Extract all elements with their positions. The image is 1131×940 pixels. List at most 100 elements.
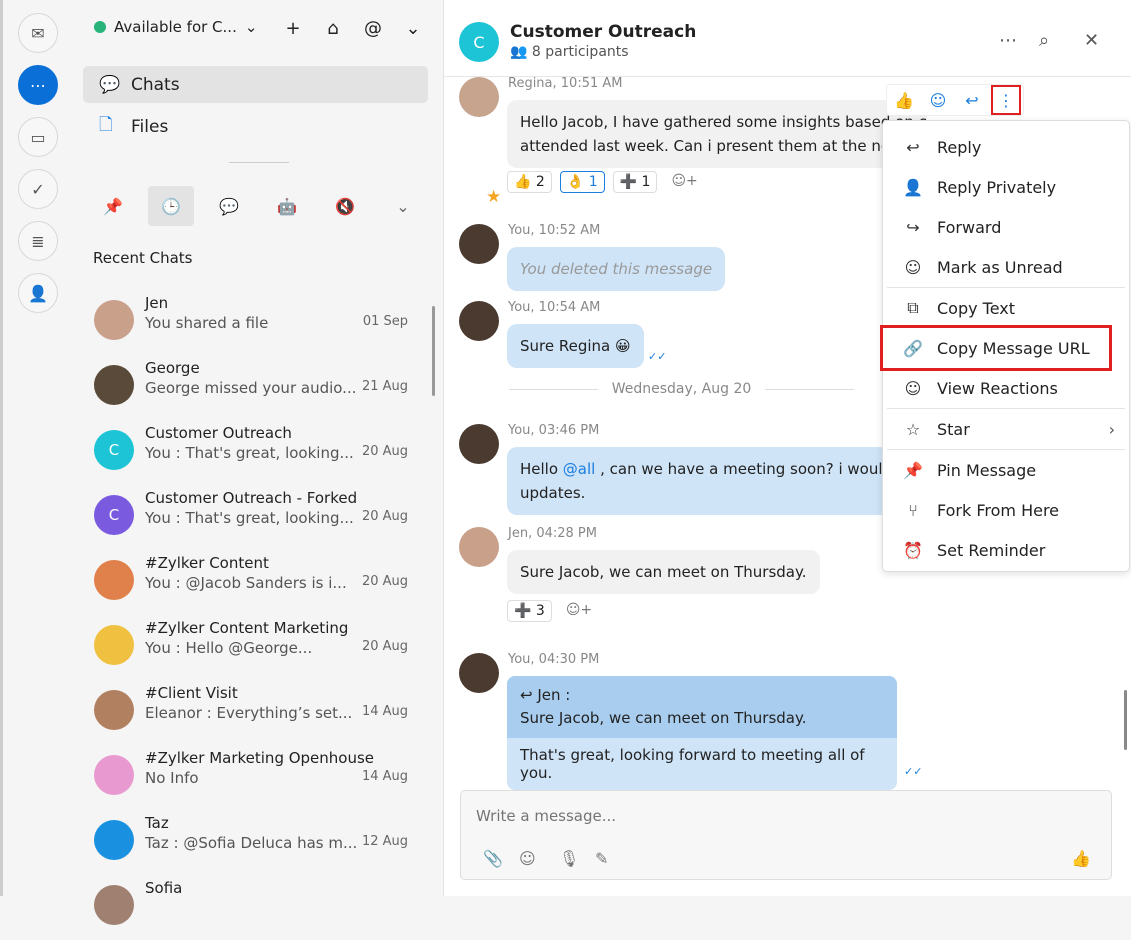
star-icon: ☆ bbox=[905, 419, 921, 439]
chat-list-item[interactable]: #Client Visit Eleanor : Everything’s set.… bbox=[72, 680, 432, 745]
close-icon[interactable]: ✕ bbox=[1084, 30, 1099, 51]
format-icon[interactable]: ✎ bbox=[595, 849, 608, 868]
emoji-icon[interactable]: ☺ bbox=[519, 849, 536, 868]
reaction-count: 3 bbox=[535, 603, 545, 619]
chat-title[interactable]: Customer Outreach bbox=[510, 22, 696, 42]
menu-item-label: Star bbox=[937, 419, 970, 439]
sidebar-scrollbar[interactable] bbox=[432, 306, 435, 396]
message-meta: Jen, 04:28 PM bbox=[508, 526, 597, 541]
chat-list-item[interactable]: Taz Taz : @Sofia Deluca has m... 12 Aug bbox=[72, 810, 432, 875]
bot-filter-icon[interactable]: 🤖 bbox=[264, 186, 310, 226]
chat-scrollbar[interactable] bbox=[1124, 690, 1127, 750]
add-reaction-icon[interactable]: ☺ bbox=[925, 87, 951, 113]
microphone-icon[interactable]: 🎙 bbox=[559, 849, 579, 868]
menu-item-copy-text[interactable]: ⧉ Copy Text bbox=[883, 288, 1129, 328]
home-icon[interactable]: ⌂ bbox=[322, 18, 344, 39]
reaction-count: 2 bbox=[535, 174, 545, 190]
thumbs-up-icon[interactable]: 👍 bbox=[1071, 849, 1091, 868]
mail-icon: ✉ bbox=[31, 23, 45, 43]
participants[interactable]: 👥 8 participants bbox=[510, 44, 629, 60]
muted-filter-icon[interactable]: 🔇 bbox=[322, 186, 368, 226]
message-text: updates. bbox=[520, 484, 586, 502]
menu-item-forward[interactable]: ↪ Forward bbox=[883, 207, 1129, 247]
menu-item-copy-message-url[interactable]: 🔗 Copy Message URL bbox=[880, 325, 1112, 371]
menu-item-reply[interactable]: ↩ Reply bbox=[883, 127, 1129, 167]
menu-item-set-reminder[interactable]: ⏰ Set Reminder bbox=[883, 530, 1129, 570]
document-rail-button[interactable]: ≣ bbox=[18, 221, 58, 261]
nav-files[interactable]: 🗋 Files bbox=[83, 108, 428, 145]
composer: 📎 ☺ 🎙 ✎ 👍 bbox=[460, 790, 1112, 880]
avatar bbox=[459, 77, 499, 117]
reply-private-icon: 👤 bbox=[903, 177, 923, 197]
more-filter-icon[interactable]: ⌄ bbox=[380, 186, 426, 226]
add-reaction-icon[interactable]: ☺+ bbox=[559, 600, 599, 622]
message-bubble[interactable]: You deleted this message bbox=[507, 247, 726, 291]
recent-filter-icon[interactable]: 🕒 bbox=[148, 186, 194, 226]
menu-item-label: View Reactions bbox=[937, 378, 1058, 398]
message-bubble[interactable]: Hello Jacob, I have gathered some insigh… bbox=[507, 100, 927, 168]
reaction-chip[interactable]: ➕ 3 bbox=[507, 600, 552, 622]
avatar bbox=[94, 755, 134, 795]
chat-list-item[interactable]: #Zylker Marketing Openhouse No Info 14 Aug bbox=[72, 745, 432, 810]
chat-list-item[interactable]: #Zylker Content You : @Jacob Sanders is i… bbox=[72, 550, 432, 615]
reaction-chip[interactable]: ➕ 1 bbox=[612, 171, 658, 193]
tasks-icon: ✓ bbox=[31, 179, 45, 199]
attach-icon[interactable]: 📎 bbox=[483, 849, 503, 868]
search-icon[interactable]: ⌕ bbox=[1039, 30, 1049, 51]
chat-list-item[interactable]: C Customer Outreach You : That's great, lo… bbox=[72, 420, 432, 485]
add-reaction-icon[interactable]: ☺+ bbox=[665, 171, 704, 193]
app-rail: ✉ ⋯ ▭ ✓ ≣ 👤 bbox=[0, 0, 72, 896]
nav-chats[interactable]: 💬 Chats bbox=[83, 66, 428, 103]
thumbs-up-icon[interactable]: 👍 bbox=[891, 87, 917, 113]
chat-list-item[interactable]: George George missed your audio... 21 Aug bbox=[72, 355, 432, 420]
menu-item-label: Mark as Unread bbox=[937, 257, 1063, 277]
message-bubble[interactable]: ↩ Jen : Sure Jacob, we can meet on Thursd… bbox=[507, 676, 897, 790]
file-icon: 🗋 bbox=[99, 115, 113, 135]
chat-date: 20 Aug bbox=[361, 509, 408, 524]
chat-list-item[interactable]: C Customer Outreach - Forked You : That's … bbox=[72, 485, 432, 550]
chat-name: Customer Outreach bbox=[145, 424, 292, 442]
menu-item-pin-message[interactable]: 📌 Pin Message bbox=[883, 450, 1129, 490]
message-bubble[interactable]: Sure Regina 😀 bbox=[507, 324, 644, 368]
chat-list-item[interactable]: Jen You shared a file 01 Sep bbox=[72, 290, 432, 355]
pin-filter-icon[interactable]: 📌 bbox=[90, 186, 136, 226]
menu-item-view-reactions[interactable]: ☺ View Reactions bbox=[883, 368, 1129, 408]
mention[interactable]: @all bbox=[563, 460, 596, 478]
menu-item-star[interactable]: ☆ Star › bbox=[883, 409, 1129, 449]
mention-icon[interactable]: @ bbox=[362, 18, 384, 39]
chat-list-item[interactable]: #Zylker Content Marketing You : Hello @Ge… bbox=[72, 615, 432, 680]
menu-item-fork-from-here[interactable]: ⑂ Fork From Here bbox=[883, 490, 1129, 530]
reply-icon[interactable]: ↩ bbox=[959, 87, 985, 113]
quoted-reply[interactable]: ↩ Jen : Sure Jacob, we can meet on Thursd… bbox=[507, 676, 897, 738]
chat-list-item[interactable]: Sofia bbox=[72, 875, 432, 940]
wallet-rail-button[interactable]: ▭ bbox=[18, 117, 58, 157]
mail-rail-button[interactable]: ✉ bbox=[18, 13, 58, 53]
plus-icon[interactable]: + bbox=[282, 18, 304, 39]
quote-author: Jen : bbox=[537, 686, 571, 704]
chat-filter-icon[interactable]: 💬 bbox=[206, 186, 252, 226]
reaction-chip[interactable]: 👌 1 bbox=[559, 171, 605, 193]
avatar bbox=[459, 301, 499, 341]
menu-item-reply-privately[interactable]: 👤 Reply Privately bbox=[883, 167, 1129, 207]
message-input[interactable] bbox=[476, 807, 1076, 825]
message-bubble[interactable]: Hello @all , can we have a meeting soon?… bbox=[507, 447, 927, 515]
avatar bbox=[94, 300, 134, 340]
more-options-icon[interactable]: ⋮ bbox=[991, 85, 1021, 115]
avatar: C bbox=[94, 430, 134, 470]
chat-icon: ⋯ bbox=[30, 75, 46, 95]
document-icon: ≣ bbox=[31, 231, 45, 251]
reaction-chip[interactable]: 👍 2 bbox=[507, 171, 552, 193]
avatar bbox=[459, 424, 499, 464]
chat-date: 20 Aug bbox=[361, 574, 408, 589]
status-selector[interactable]: Available for C... ⌄ bbox=[94, 18, 257, 36]
contacts-rail-button[interactable]: 👤 bbox=[18, 273, 58, 313]
chat-rail-button[interactable]: ⋯ bbox=[18, 65, 58, 105]
message-meta: You, 10:52 AM bbox=[508, 223, 601, 238]
menu-item-mark-as-unread[interactable]: ☺ Mark as Unread bbox=[883, 247, 1129, 287]
more-icon[interactable]: ⋯ bbox=[999, 30, 1017, 51]
chevron-circle-icon[interactable]: ⌄ bbox=[402, 18, 424, 39]
avatar bbox=[94, 885, 134, 925]
message-bubble[interactable]: Sure Jacob, we can meet on Thursday. bbox=[507, 550, 820, 594]
tasks-rail-button[interactable]: ✓ bbox=[18, 169, 58, 209]
reaction-emoji: 👍 bbox=[514, 174, 532, 190]
